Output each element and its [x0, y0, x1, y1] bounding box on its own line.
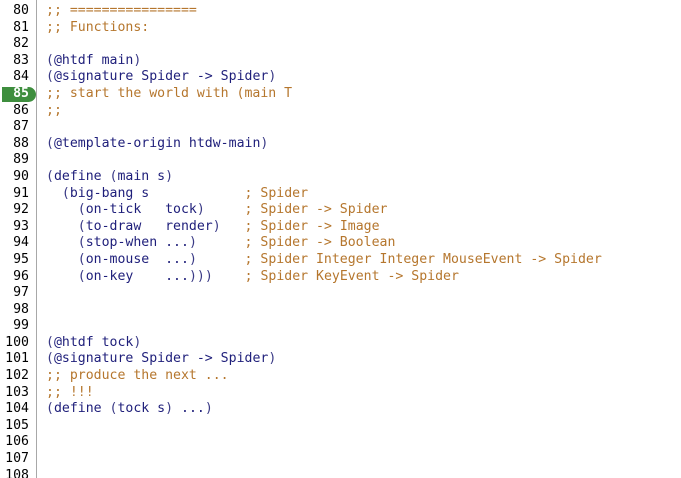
line-number: 95: [13, 251, 29, 267]
code-line[interactable]: 84 (@signature Spider -> Spider): [0, 69, 681, 86]
line-number: 87: [13, 119, 29, 135]
line-code[interactable]: ;; Functions:: [46, 20, 149, 37]
line-number: 89: [13, 152, 29, 168]
code-line[interactable]: 91 (big-bang s ; Spider: [0, 186, 681, 203]
line-number: 85: [13, 85, 29, 101]
code-line[interactable]: 107: [0, 451, 681, 468]
code-line[interactable]: 99: [0, 318, 681, 335]
code-line[interactable]: 90 (define (main s): [0, 169, 681, 186]
line-code[interactable]: ;; start the world with (main T: [46, 86, 292, 103]
code-line[interactable]: 92 (on-tick tock) ; Spider -> Spider: [0, 202, 681, 219]
line-number: 106: [5, 434, 29, 450]
code-line[interactable]: 87: [0, 119, 681, 136]
line-number: 86: [13, 102, 29, 118]
line-code[interactable]: (big-bang s ; Spider: [46, 186, 308, 203]
line-code[interactable]: (@template-origin htdw-main): [46, 136, 268, 153]
line-code[interactable]: ;;: [46, 103, 62, 120]
code-area[interactable]: 80 ;; ================ 81 ;; Functions: 82 83…: [0, 3, 681, 478]
line-number: 98: [13, 301, 29, 317]
code-line[interactable]: 101 (@signature Spider -> Spider): [0, 351, 681, 368]
code-line[interactable]: 94 (stop-when ...) ; Spider -> Boolean: [0, 235, 681, 252]
code-line[interactable]: 97: [0, 285, 681, 302]
line-code[interactable]: (@signature Spider -> Spider): [46, 351, 276, 368]
line-number: 103: [5, 384, 29, 400]
code-line[interactable]: 81 ;; Functions:: [0, 20, 681, 37]
line-code[interactable]: (to-draw render) ; Spider -> Image: [46, 219, 380, 236]
line-number: 90: [13, 168, 29, 184]
code-line[interactable]: 104 (define (tock s) ...): [0, 401, 681, 418]
code-line[interactable]: 93 (to-draw render) ; Spider -> Image: [0, 219, 681, 236]
code-line[interactable]: 95 (on-mouse ...) ; Spider Integer Integ…: [0, 252, 681, 269]
code-line[interactable]: 103 ;; !!!: [0, 385, 681, 402]
code-line[interactable]: 102 ;; produce the next ...: [0, 368, 681, 385]
line-number: 84: [13, 69, 29, 85]
line-number: 101: [5, 351, 29, 367]
code-line[interactable]: 82: [0, 36, 681, 53]
line-number: 88: [13, 135, 29, 151]
line-code[interactable]: (define (tock s) ...): [46, 401, 213, 418]
line-number: 100: [5, 334, 29, 350]
code-line[interactable]: 86;;: [0, 103, 681, 120]
code-line[interactable]: 96 (on-key ...))) ; Spider KeyEvent -> S…: [0, 269, 681, 286]
line-code[interactable]: ;; produce the next ...: [46, 368, 229, 385]
line-number: 96: [13, 268, 29, 284]
code-line[interactable]: 89: [0, 152, 681, 169]
line-number: 99: [13, 318, 29, 334]
line-number: 107: [5, 451, 29, 467]
code-line[interactable]: 98: [0, 302, 681, 319]
line-number: 108: [5, 467, 29, 478]
line-code[interactable]: (@htdf main): [46, 53, 141, 70]
line-code[interactable]: (on-tick tock) ; Spider -> Spider: [46, 202, 388, 219]
line-number: 105: [5, 417, 29, 433]
line-number: 91: [13, 185, 29, 201]
line-number: 93: [13, 218, 29, 234]
code-line[interactable]: 88 (@template-origin htdw-main): [0, 136, 681, 153]
code-line[interactable]: 100 (@htdf tock): [0, 335, 681, 352]
line-number: 97: [13, 285, 29, 301]
line-code[interactable]: (@signature Spider -> Spider): [46, 69, 276, 86]
code-line[interactable]: 105: [0, 418, 681, 435]
line-code[interactable]: ;; !!!: [46, 385, 94, 402]
line-code[interactable]: (on-key ...))) ; Spider KeyEvent -> Spid…: [46, 269, 459, 286]
line-number: 104: [5, 401, 29, 417]
line-code[interactable]: (@htdf tock): [46, 335, 141, 352]
code-line[interactable]: 106: [0, 434, 681, 451]
code-line[interactable]: 83 (@htdf main): [0, 53, 681, 70]
line-code[interactable]: (stop-when ...) ; Spider -> Boolean: [46, 235, 396, 252]
line-code[interactable]: ;; ================: [46, 3, 197, 20]
line-number: 102: [5, 368, 29, 384]
line-number: 94: [13, 235, 29, 251]
code-line[interactable]: 108: [0, 468, 681, 478]
line-code[interactable]: (define (main s): [46, 169, 173, 186]
line-number: 83: [13, 52, 29, 68]
code-line[interactable]: 85 ;; start the world with (main T: [0, 86, 681, 103]
line-number: 81: [13, 19, 29, 35]
line-number: 92: [13, 202, 29, 218]
line-number: 82: [13, 36, 29, 52]
code-editor[interactable]: 80 ;; ================ 81 ;; Functions: 82 83…: [0, 0, 681, 478]
line-code[interactable]: (on-mouse ...) ; Spider Integer Integer …: [46, 252, 602, 269]
code-line[interactable]: 80 ;; ================: [0, 3, 681, 20]
line-number: 80: [13, 3, 29, 18]
